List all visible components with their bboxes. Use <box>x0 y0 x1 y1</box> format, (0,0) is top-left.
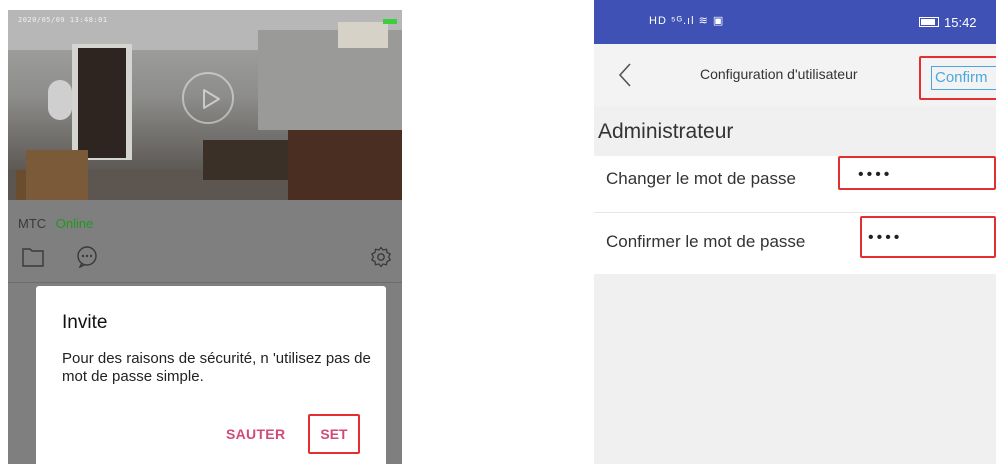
confirm-password-highlight <box>860 216 996 258</box>
device-info: MTC Online <box>18 216 93 231</box>
device-status: Online <box>55 216 94 231</box>
left-screen: 2020/05/09 13:48:01 MTC Online Invite Po… <box>8 10 402 464</box>
right-screen: HD ⁵ᴳ.ıl ≋ ▣ 15:42 Configuration d'utili… <box>594 0 996 464</box>
dialog-title: Invite <box>62 312 108 333</box>
gear-icon[interactable] <box>370 246 392 268</box>
divider <box>8 282 402 283</box>
chevron-left-icon[interactable] <box>618 62 632 88</box>
camera-preview[interactable]: 2020/05/09 13:48:01 <box>8 10 402 200</box>
confirm-button[interactable]: Confirm <box>919 56 996 100</box>
divider <box>594 212 996 213</box>
camera-battery-indicator <box>383 19 397 24</box>
security-dialog: Invite Pour des raisons de sécurité, n '… <box>36 286 386 464</box>
camera-scene <box>338 22 388 48</box>
battery-icon <box>919 17 939 27</box>
skip-button[interactable]: SAUTER <box>226 426 285 442</box>
play-icon <box>203 89 220 109</box>
set-button[interactable]: SET <box>308 414 360 454</box>
page-title: Configuration d'utilisateur <box>700 66 858 82</box>
folder-icon[interactable] <box>22 247 44 267</box>
battery-fill <box>921 19 935 25</box>
new-password-label: Changer le mot de passe <box>606 169 796 188</box>
camera-scene <box>288 130 402 200</box>
status-icons: HD ⁵ᴳ.ıl ≋ ▣ <box>649 15 725 27</box>
chat-icon[interactable] <box>76 246 98 268</box>
camera-timestamp: 2020/05/09 13:48:01 <box>18 16 108 24</box>
new-password-highlight <box>838 156 996 190</box>
play-button[interactable] <box>182 72 234 124</box>
camera-scene <box>48 80 72 120</box>
confirm-label[interactable]: Confirm <box>931 66 996 90</box>
camera-scene <box>78 48 126 158</box>
section-header: Administrateur <box>598 120 734 143</box>
dialog-message: Pour des raisons de sécurité, n 'utilise… <box>62 350 371 385</box>
camera-scene <box>26 150 88 200</box>
navigation-bar: Configuration d'utilisateur Confirm <box>594 44 996 106</box>
device-name: MTC <box>18 216 47 231</box>
status-bar: HD ⁵ᴳ.ıl ≋ ▣ 15:42 <box>594 0 996 44</box>
status-time: 15:42 <box>944 15 977 30</box>
confirm-password-label: Confirmer le mot de passe <box>606 232 806 251</box>
